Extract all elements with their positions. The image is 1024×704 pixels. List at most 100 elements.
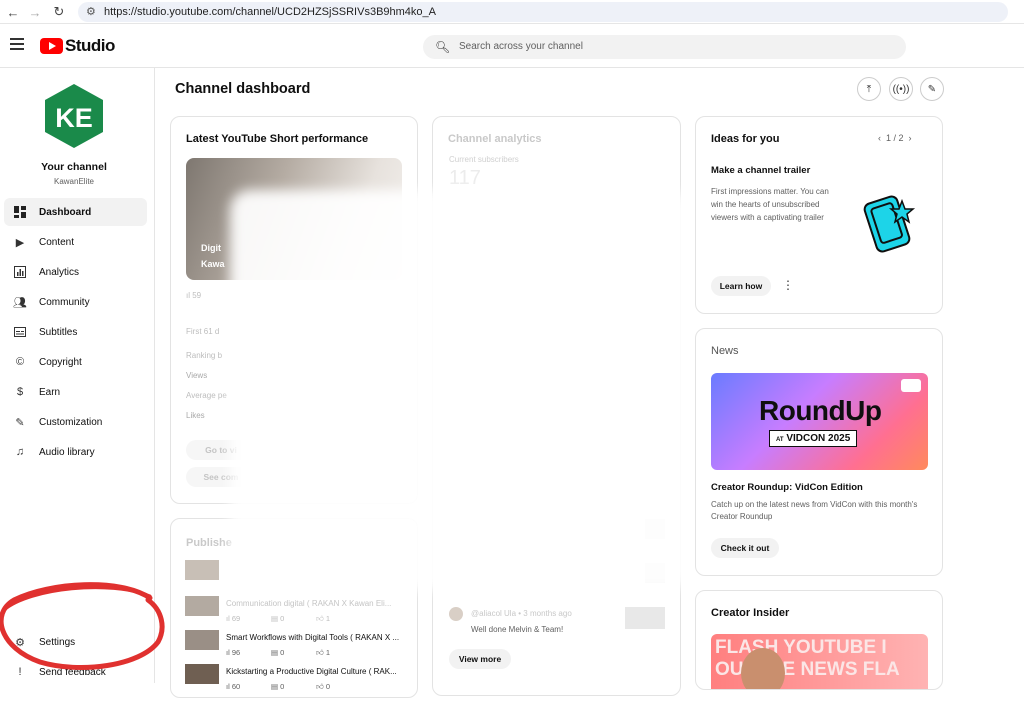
sidebar-item-audio-library[interactable]: ♫ Audio library xyxy=(4,438,147,466)
idea-text: First impressions matter. You can win th… xyxy=(711,187,829,222)
metric-row: Average pe xyxy=(186,391,227,400)
live-icon: ((•)) xyxy=(892,83,910,95)
banner-subtitle: AT VIDCON 2025 xyxy=(769,430,858,447)
card-title: Ideas for you xyxy=(711,133,780,145)
views-count: ıl 59 xyxy=(186,291,202,300)
first-days-line: First 61 d xyxy=(186,327,220,336)
ideas-card: Ideas for you ‹ 1 / 2 › Make a channel t… xyxy=(695,116,943,314)
sidebar-item-label: Audio library xyxy=(39,446,95,458)
metric-row: Likes xyxy=(186,411,205,420)
channel-avatar[interactable]: KE xyxy=(43,82,105,150)
creator-insider-card: Creator Insider FLASH YOUTUBE I OUTUBE N… xyxy=(695,590,943,690)
customization-icon: ✎ xyxy=(15,416,25,429)
sidebar-item-label: Earn xyxy=(39,386,61,398)
sidebar-item-label: Subtitles xyxy=(39,326,78,338)
presenter-photo xyxy=(741,648,785,689)
site-settings-icon[interactable]: ⚙ xyxy=(86,2,96,22)
subscribers-label: Current subscribers xyxy=(449,155,519,164)
subscribers-value: 117 xyxy=(449,167,481,189)
card-title: News xyxy=(711,345,739,357)
sidebar-item-analytics[interactable]: Analytics xyxy=(4,258,147,286)
community-icon: 👥︎ xyxy=(13,296,27,309)
sidebar-item-send-feedback[interactable]: ! Send feedback xyxy=(4,658,147,686)
video-thumbnail xyxy=(185,664,219,684)
sidebar-item-customization[interactable]: ✎ Customization xyxy=(4,408,147,436)
comment-text: Well done Melvin & Team! xyxy=(471,625,564,634)
learn-how-button[interactable]: Learn how xyxy=(711,276,771,296)
news-card: News RoundUp AT VIDCON 2025 Creator Roun… xyxy=(695,328,943,576)
audio-library-icon: ♫ xyxy=(15,446,25,458)
pager: ‹ 1 / 2 › xyxy=(878,133,912,143)
check-it-out-button[interactable]: Check it out xyxy=(711,538,779,558)
gear-icon: ⚙ xyxy=(15,636,25,649)
video-title: Kickstarting a Productive Digital Cultur… xyxy=(226,667,397,676)
news-headline: Creator Roundup: VidCon Edition xyxy=(711,482,863,493)
avatar xyxy=(449,607,463,621)
sidebar-item-label: Settings xyxy=(39,636,76,648)
sidebar-item-copyright[interactable]: © Copyright xyxy=(4,348,147,376)
metric-row: Views xyxy=(186,371,208,380)
video-thumbnail xyxy=(625,607,665,629)
loading-overlay xyxy=(230,190,690,590)
create-post-button[interactable]: ✎ xyxy=(920,77,944,101)
analytics-icon xyxy=(12,264,28,280)
menu-icon[interactable] xyxy=(10,36,24,50)
chevron-right-icon[interactable]: › xyxy=(909,133,912,143)
logo-text: Studio xyxy=(65,36,115,55)
card-title: Publishe xyxy=(186,537,232,549)
video-thumbnail xyxy=(185,630,219,650)
studio-logo[interactable]: Studio xyxy=(40,36,115,56)
news-text: Catch up on the latest news from VidCon … xyxy=(711,500,918,521)
go-live-button[interactable]: ((•)) xyxy=(889,77,913,101)
sidebar-item-label: Community xyxy=(39,296,90,308)
sidebar-item-label: Analytics xyxy=(39,266,80,278)
bar-chart-icon: ıl xyxy=(186,291,190,300)
upload-button[interactable]: ⤒ xyxy=(857,77,881,101)
dashboard-icon xyxy=(12,204,28,220)
banner-text: FLASH YOUTUBE I xyxy=(715,637,887,658)
video-title: Smart Workflows with Digital Tools ( RAK… xyxy=(226,633,400,642)
arrow-left-icon[interactable]: ← xyxy=(4,3,22,21)
video-stats: ıl 69 ▤ 0 👍︎ 1 xyxy=(226,614,331,623)
list-item[interactable]: Kickstarting a Productive Digital Cultur… xyxy=(185,664,405,704)
video-thumbnail[interactable] xyxy=(185,560,219,580)
insider-banner[interactable]: FLASH YOUTUBE I OUTUBE NEWS FLA xyxy=(711,634,928,689)
address-bar[interactable]: ⚙ https://studio.youtube.com/channel/UCD… xyxy=(78,2,1008,22)
channel-handle: KawanElite xyxy=(53,177,95,186)
idea-title: Make a channel trailer xyxy=(711,165,811,176)
sidebar-item-content[interactable]: ▶ Content xyxy=(4,228,147,256)
view-more-button[interactable]: View more xyxy=(449,649,511,669)
card-title: Latest YouTube Short performance xyxy=(186,133,369,145)
youtube-logo-icon xyxy=(40,38,63,54)
sidebar-item-label: Send feedback xyxy=(39,666,106,678)
upload-icon: ⤒ xyxy=(866,83,872,95)
sidebar-item-community[interactable]: 👥︎ Community xyxy=(4,288,147,316)
card-title: Channel analytics xyxy=(448,133,542,145)
search-input[interactable]: 🔍︎ Search across your channel xyxy=(423,35,906,59)
trailer-icon xyxy=(863,195,916,253)
edit-icon: ✎ xyxy=(927,83,937,95)
sidebar-item-subtitles[interactable]: Subtitles xyxy=(4,318,147,346)
feedback-icon: ! xyxy=(18,666,22,678)
more-vert-icon[interactable]: ⋮ xyxy=(782,278,794,292)
sidebar-item-label: Dashboard xyxy=(39,206,92,218)
chevron-left-icon[interactable]: ‹ xyxy=(878,133,881,143)
comment-author: @aliacol Ula • 3 months ago xyxy=(471,609,572,618)
video-title: Communication digital ( RAKAN X Kawan El… xyxy=(226,599,392,608)
sidebar-item-dashboard[interactable]: Dashboard xyxy=(4,198,147,226)
url-text: https://studio.youtube.com/channel/UCD2H… xyxy=(104,6,436,18)
content-icon: ▶ xyxy=(15,236,25,249)
sidebar-item-label: Content xyxy=(39,236,75,248)
page-title: Channel dashboard xyxy=(175,81,311,97)
reload-icon[interactable]: ↻ xyxy=(50,3,68,21)
svg-text:KE: KE xyxy=(55,103,93,133)
metric-row: Ranking b xyxy=(186,351,223,360)
arrow-right-icon[interactable]: → xyxy=(26,3,44,21)
sidebar-item-label: Customization xyxy=(39,416,103,428)
news-banner[interactable]: RoundUp AT VIDCON 2025 xyxy=(711,373,928,470)
card-title: Creator Insider xyxy=(711,607,790,619)
sidebar-item-earn[interactable]: $ Earn xyxy=(4,378,147,406)
thumb-text: Kawa xyxy=(201,259,225,269)
sidebar: KE Your channel KawanElite Dashboard ▶ C… xyxy=(0,68,155,683)
sidebar-item-settings[interactable]: ⚙ Settings xyxy=(4,628,147,656)
